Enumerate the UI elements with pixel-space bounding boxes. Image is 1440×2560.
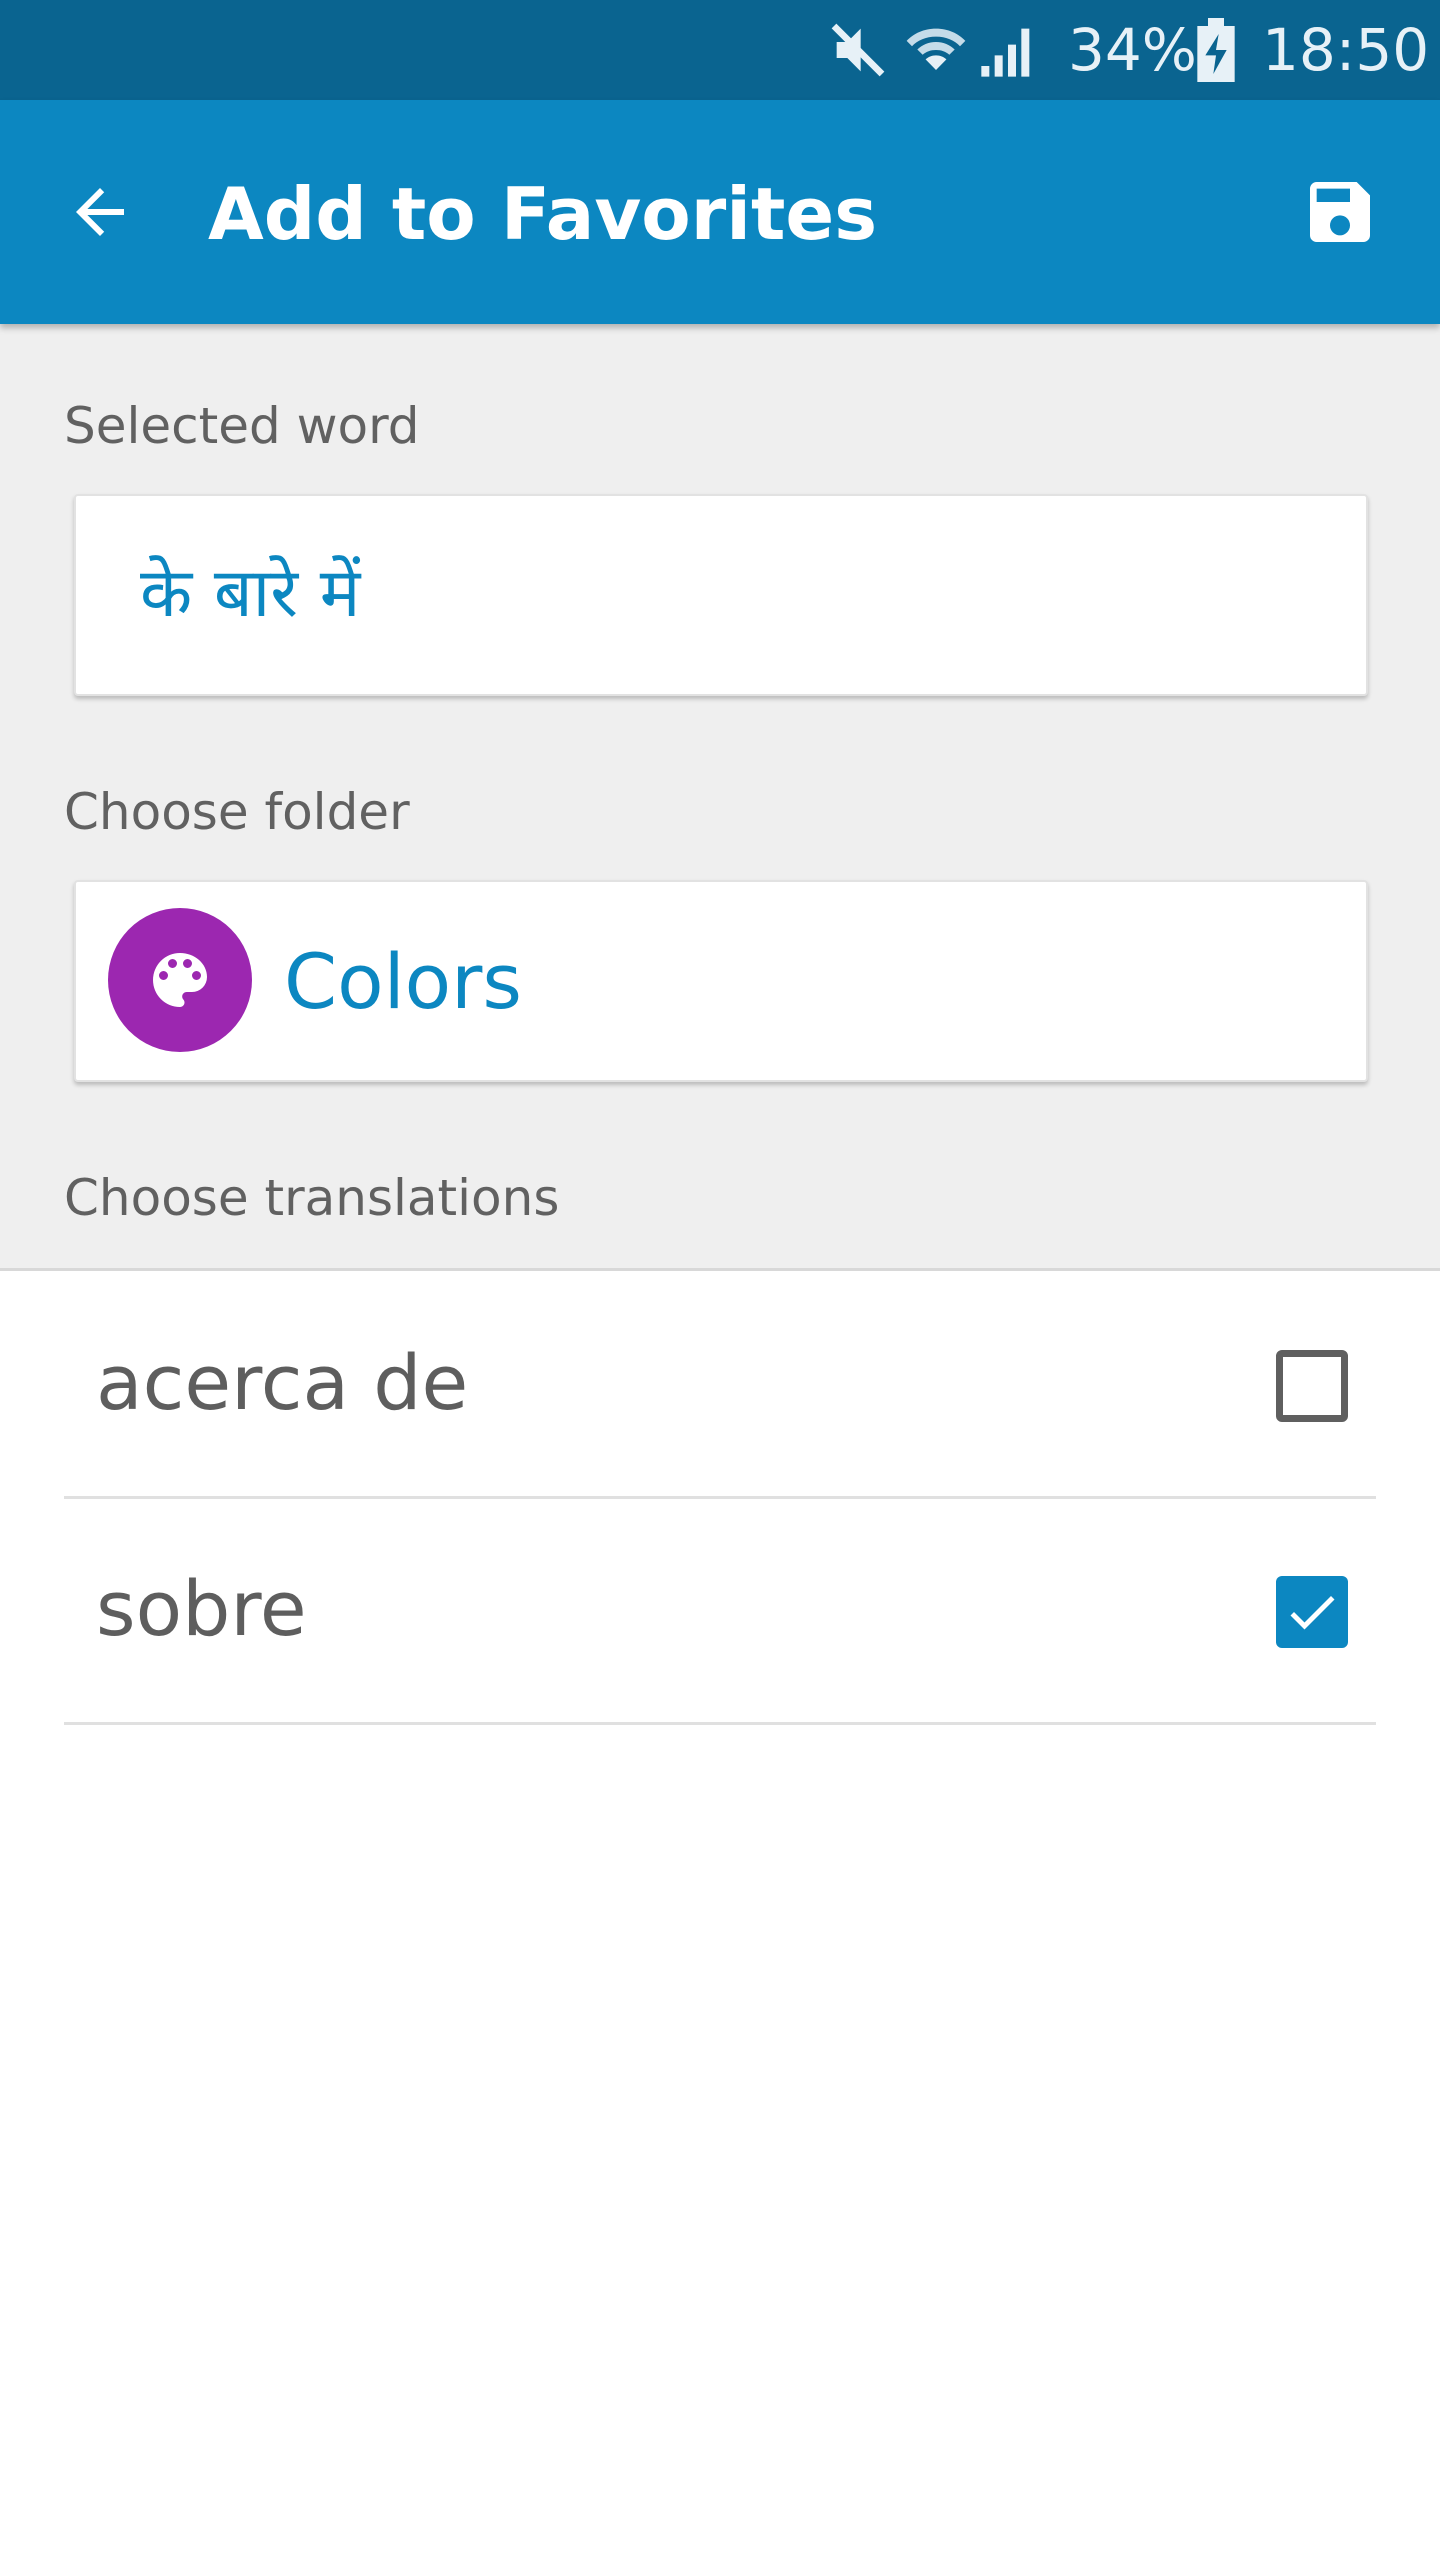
choose-translations-label: Choose translations <box>64 1169 560 1227</box>
translation-text: sobre <box>96 1564 307 1653</box>
choose-folder-label: Choose folder <box>64 783 410 841</box>
translation-row[interactable]: sobre <box>64 1498 1376 1725</box>
translation-text: acerca de <box>96 1338 469 1427</box>
folder-selector[interactable]: Colors <box>74 880 1368 1082</box>
folder-avatar <box>108 908 252 1052</box>
translation-checkbox[interactable] <box>1276 1576 1348 1648</box>
checkmark-icon <box>1290 1596 1335 1630</box>
status-bar: 34% 18:50 <box>0 0 1440 100</box>
save-button[interactable] <box>1280 152 1400 272</box>
battery-percent: 34% <box>1068 16 1197 84</box>
back-button[interactable] <box>40 152 160 272</box>
translation-row[interactable]: acerca de <box>64 1272 1376 1499</box>
battery-charging-icon <box>1197 18 1235 82</box>
mute-icon <box>831 23 885 77</box>
selected-word-label: Selected word <box>64 397 420 455</box>
wifi-icon <box>906 28 966 70</box>
selected-word-value: के बारे में <box>140 554 361 633</box>
app-bar: Add to Favorites <box>0 100 1440 324</box>
favorite-form: Selected word के बारे में Choose folder … <box>0 324 1440 1271</box>
status-clock: 18:50 <box>1262 16 1430 84</box>
page-title: Add to Favorites <box>208 172 878 256</box>
palette-icon <box>153 953 207 1007</box>
selected-word-field[interactable]: के बारे में <box>74 494 1368 696</box>
folder-name: Colors <box>284 937 523 1026</box>
signal-icon <box>981 28 1030 77</box>
translation-checkbox[interactable] <box>1276 1350 1348 1422</box>
save-floppy-icon <box>1310 182 1370 242</box>
arrow-back-icon <box>76 188 124 236</box>
